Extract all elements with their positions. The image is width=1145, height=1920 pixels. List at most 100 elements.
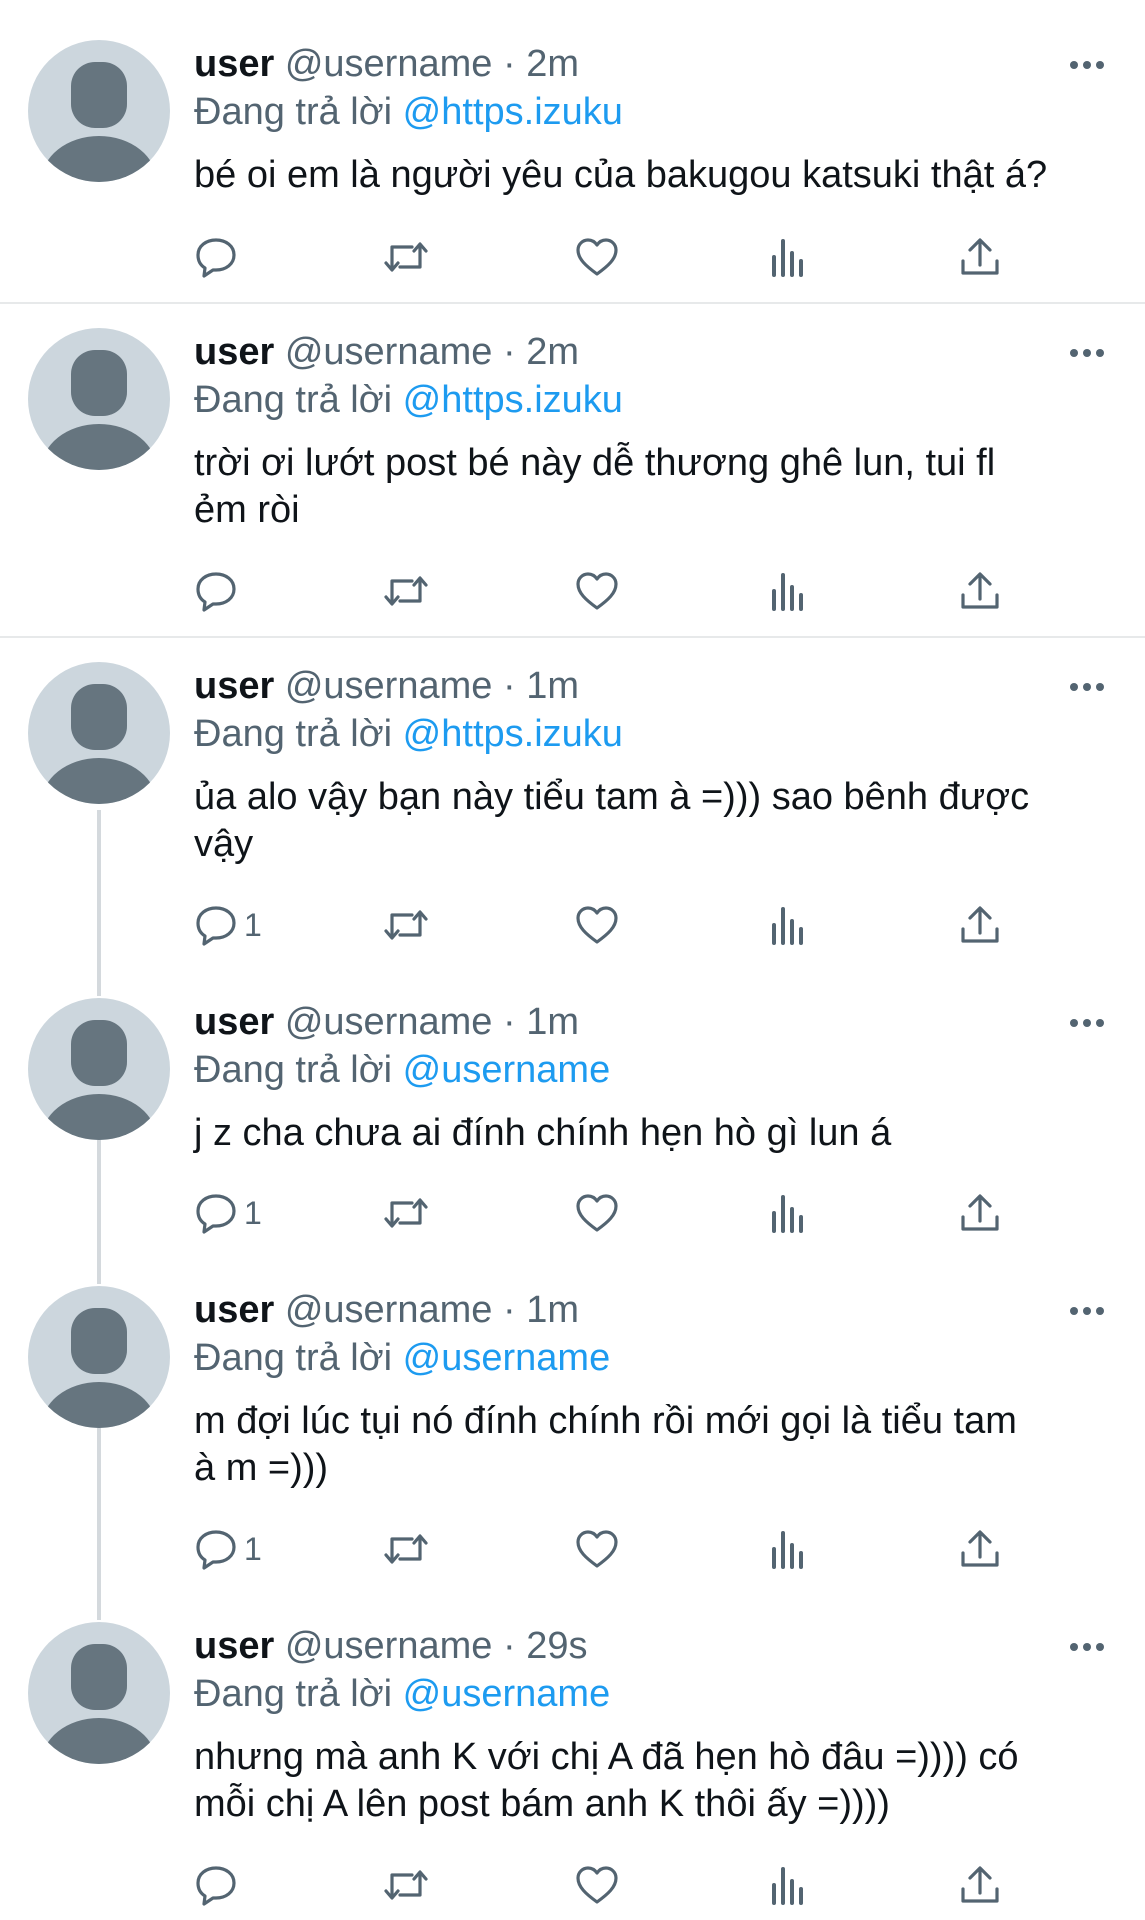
timestamp[interactable]: 2m <box>526 331 579 373</box>
display-name[interactable]: user <box>194 1289 274 1331</box>
replying-to-label: Đang trả lời <box>194 91 393 133</box>
more-options-button[interactable] <box>1063 45 1111 85</box>
tweet-text: ủa alo vậy bạn này tiểu tam à =))) sao b… <box>194 776 1030 865</box>
retweet-button[interactable] <box>382 566 430 616</box>
views-button[interactable] <box>768 566 808 616</box>
share-button[interactable] <box>958 1860 1002 1910</box>
share-upload-icon <box>961 572 999 609</box>
user-handle[interactable]: @username <box>285 1001 493 1043</box>
reply-feed: user @username · 2m Đang trả lời @https.… <box>0 0 1145 1920</box>
default-avatar-icon <box>41 684 157 804</box>
mention-link[interactable]: @username <box>403 1049 611 1091</box>
reply-button[interactable] <box>194 1860 244 1910</box>
avatar[interactable] <box>28 662 170 804</box>
tweet-header: user @username · 1m <box>194 998 579 1046</box>
share-upload-icon <box>961 238 999 275</box>
more-dots-icon <box>1070 349 1104 357</box>
tweet[interactable]: user @username · 2m Đang trả lời @https.… <box>0 0 1145 304</box>
more-options-button[interactable] <box>1063 667 1111 707</box>
tweet-header: user @username · 1m <box>194 662 579 710</box>
more-options-button[interactable] <box>1063 333 1111 373</box>
replying-to-label: Đang trả lời <box>194 713 393 755</box>
reply-bubble-icon <box>196 238 236 278</box>
reply-button[interactable]: 1 <box>194 1524 262 1574</box>
tweet[interactable]: user @username · 1m Đang trả lời @userna… <box>0 974 1145 1262</box>
share-upload-icon <box>961 1530 999 1567</box>
timestamp[interactable]: 1m <box>526 665 579 707</box>
reply-button[interactable] <box>194 566 244 616</box>
user-handle[interactable]: @username <box>285 331 493 373</box>
avatar[interactable] <box>28 40 170 182</box>
tweet-header: user @username · 2m <box>194 328 579 376</box>
avatar[interactable] <box>28 1622 170 1764</box>
user-handle[interactable]: @username <box>285 43 493 85</box>
avatar[interactable] <box>28 1286 170 1428</box>
tweet[interactable]: user @username · 29s Đang trả lời @usern… <box>0 1598 1145 1920</box>
retweet-button[interactable] <box>382 1524 430 1574</box>
retweet-icon <box>384 1198 428 1228</box>
share-button[interactable] <box>958 900 1002 950</box>
tweet[interactable]: user @username · 2m Đang trả lời @https.… <box>0 304 1145 638</box>
display-name[interactable]: user <box>194 331 274 373</box>
avatar[interactable] <box>28 998 170 1140</box>
reply-button[interactable]: 1 <box>194 1188 262 1238</box>
share-button[interactable] <box>958 566 1002 616</box>
share-button[interactable] <box>958 1188 1002 1238</box>
replying-to: Đang trả lời @https.izuku <box>194 376 623 424</box>
reply-button[interactable] <box>194 232 244 282</box>
views-button[interactable] <box>768 900 808 950</box>
more-options-button[interactable] <box>1063 1291 1111 1331</box>
retweet-icon <box>384 242 428 272</box>
default-avatar-icon <box>41 350 157 470</box>
views-button[interactable] <box>768 1860 808 1910</box>
replying-to-label: Đang trả lời <box>194 1337 393 1379</box>
reply-button[interactable]: 1 <box>194 900 262 950</box>
timestamp[interactable]: 29s <box>526 1625 587 1667</box>
default-avatar-icon <box>41 1308 157 1428</box>
mention-link[interactable]: @username <box>403 1337 611 1379</box>
tweet[interactable]: user @username · 1m Đang trả lời @userna… <box>0 1262 1145 1598</box>
share-button[interactable] <box>958 232 1002 282</box>
views-button[interactable] <box>768 232 808 282</box>
tweet-header: user @username · 2m <box>194 40 579 88</box>
default-avatar-icon <box>41 62 157 182</box>
views-button[interactable] <box>768 1188 808 1238</box>
like-button[interactable] <box>574 1524 620 1574</box>
retweet-button[interactable] <box>382 232 430 282</box>
like-button[interactable] <box>574 566 620 616</box>
replying-to: Đang trả lời @https.izuku <box>194 710 623 758</box>
timestamp[interactable]: 1m <box>526 1289 579 1331</box>
default-avatar-icon <box>41 1020 157 1140</box>
mention-link[interactable]: @username <box>403 1673 611 1715</box>
display-name[interactable]: user <box>194 1625 274 1667</box>
like-button[interactable] <box>574 900 620 950</box>
more-options-button[interactable] <box>1063 1003 1111 1043</box>
timestamp[interactable]: 1m <box>526 1001 579 1043</box>
retweet-icon <box>384 576 428 606</box>
separator-dot: · <box>502 331 516 373</box>
views-chart-icon <box>772 907 803 945</box>
tweet[interactable]: user @username · 1m Đang trả lời @https.… <box>0 638 1145 974</box>
like-button[interactable] <box>574 1860 620 1910</box>
views-button[interactable] <box>768 1524 808 1574</box>
display-name[interactable]: user <box>194 665 274 707</box>
user-handle[interactable]: @username <box>285 665 493 707</box>
avatar[interactable] <box>28 328 170 470</box>
separator-dot: · <box>502 665 516 707</box>
mention-link[interactable]: @https.izuku <box>403 713 623 755</box>
share-button[interactable] <box>958 1524 1002 1574</box>
like-button[interactable] <box>574 1188 620 1238</box>
user-handle[interactable]: @username <box>285 1289 493 1331</box>
timestamp[interactable]: 2m <box>526 43 579 85</box>
reply-bubble-icon <box>196 1866 236 1906</box>
more-options-button[interactable] <box>1063 1627 1111 1667</box>
display-name[interactable]: user <box>194 1001 274 1043</box>
user-handle[interactable]: @username <box>285 1625 493 1667</box>
mention-link[interactable]: @https.izuku <box>403 91 623 133</box>
retweet-button[interactable] <box>382 900 430 950</box>
display-name[interactable]: user <box>194 43 274 85</box>
retweet-button[interactable] <box>382 1188 430 1238</box>
like-button[interactable] <box>574 232 620 282</box>
mention-link[interactable]: @https.izuku <box>403 379 623 421</box>
retweet-button[interactable] <box>382 1860 430 1910</box>
